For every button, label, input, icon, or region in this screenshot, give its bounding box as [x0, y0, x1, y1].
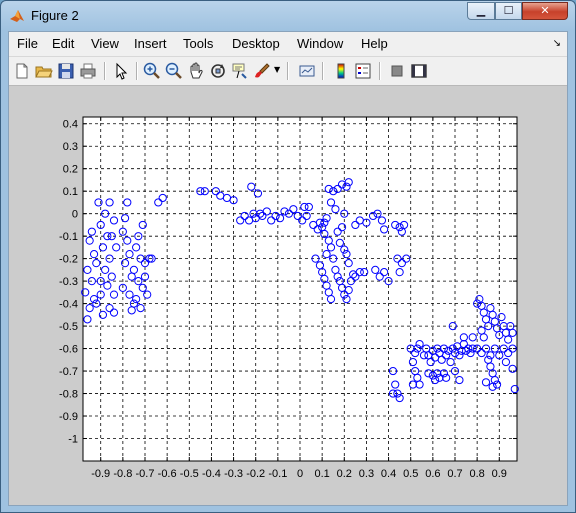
hide-plot-tools-icon[interactable] [387, 61, 407, 81]
y-tick-label: -0.4 [59, 299, 78, 311]
figure-toolbar: ▼ [9, 57, 567, 86]
y-tick-label: -0.7 [59, 366, 78, 378]
y-tick-label: 0.3 [63, 141, 78, 153]
x-tick-label: -0.6 [158, 468, 177, 480]
figure-client-area: File Edit View Insert Tools Desktop Wind… [8, 31, 568, 506]
y-tick-label: -1 [68, 434, 78, 446]
y-tick-label: 0.2 [63, 164, 78, 176]
toolbar-separator [287, 62, 289, 80]
open-file-icon[interactable] [34, 61, 54, 81]
menu-bar: File Edit View Insert Tools Desktop Wind… [9, 32, 567, 57]
x-tick-label: 0.2 [337, 468, 352, 480]
save-icon[interactable] [56, 61, 76, 81]
x-tick-label: 0.7 [447, 468, 462, 480]
rotate-3d-icon[interactable] [208, 61, 228, 81]
menu-desktop[interactable]: Desktop [232, 36, 280, 51]
toolbar-separator [322, 62, 324, 80]
y-tick-label: -0.5 [59, 321, 78, 333]
brush-icon[interactable] [252, 61, 272, 81]
grid-lines [83, 117, 517, 461]
zoom-out-icon[interactable] [164, 61, 184, 81]
zoom-in-icon[interactable] [142, 61, 162, 81]
x-tick-label: 0.1 [314, 468, 329, 480]
x-tick-label: 0.3 [359, 468, 374, 480]
y-tick-label: 0.4 [63, 119, 78, 131]
y-tick-label: -0.9 [59, 411, 78, 423]
x-tick-label: 0.5 [403, 468, 418, 480]
y-tick-label: -0.2 [59, 254, 78, 266]
data-cursor-icon[interactable] [230, 61, 250, 81]
maximize-button[interactable]: ☐ [495, 2, 522, 20]
x-tick-label: 0.6 [425, 468, 440, 480]
y-tick-label: -0.8 [59, 389, 78, 401]
show-plot-tools-icon[interactable] [409, 61, 429, 81]
figure-canvas: -0.9 -0.8 -0.7 -0.6 -0.5 -0.4 -0.3 -0.2 -0.1 0 0.1… [9, 86, 567, 505]
close-button[interactable]: ✕ [522, 2, 568, 20]
x-tick-label: 0.8 [469, 468, 484, 480]
menu-file[interactable]: File [17, 36, 38, 51]
y-tick-label: -0.6 [59, 344, 78, 356]
x-tick-label: -0.3 [224, 468, 243, 480]
x-tick-label: -0.4 [202, 468, 221, 480]
menu-view[interactable]: View [91, 36, 119, 51]
pan-hand-icon[interactable] [186, 61, 206, 81]
legend-icon[interactable] [353, 61, 373, 81]
colorbar-icon[interactable] [331, 61, 351, 81]
x-tick-label: 0.9 [492, 468, 507, 480]
menu-dock-arrow-icon[interactable]: ↘ [553, 38, 561, 49]
brush-dropdown-icon[interactable]: ▼ [274, 65, 280, 74]
print-icon[interactable] [78, 61, 98, 81]
menu-window[interactable]: Window [297, 36, 343, 51]
x-tick-label: 0 [297, 468, 303, 480]
menu-edit[interactable]: Edit [52, 36, 74, 51]
x-tick-label: 0.4 [381, 468, 396, 480]
minimize-button[interactable]: ▁ [467, 2, 495, 20]
y-tick-label: -0.1 [59, 231, 78, 243]
toolbar-separator [379, 62, 381, 80]
y-tick-label: 0 [72, 209, 78, 221]
y-tick-label: 0.1 [63, 186, 78, 198]
x-tick-label: -0.2 [246, 468, 265, 480]
figure-window: Figure 2 ▁ ☐ ✕ File Edit View Insert Too… [0, 0, 576, 513]
menu-tools[interactable]: Tools [183, 36, 213, 51]
x-tick-label: -0.9 [91, 468, 110, 480]
window-title: Figure 2 [31, 8, 79, 23]
y-tick-label: -0.3 [59, 276, 78, 288]
x-tick-label: -0.1 [268, 468, 287, 480]
new-figure-icon[interactable] [12, 61, 32, 81]
menu-help[interactable]: Help [361, 36, 388, 51]
scatter-plot[interactable]: -0.9 -0.8 -0.7 -0.6 -0.5 -0.4 -0.3 -0.2 -0.1 0 0.1… [9, 86, 567, 505]
matlab-logo-icon [10, 10, 24, 22]
x-tick-label: -0.5 [180, 468, 199, 480]
title-bar[interactable]: Figure 2 ▁ ☐ ✕ [1, 1, 575, 31]
pointer-icon[interactable] [111, 61, 131, 81]
toolbar-separator [104, 62, 106, 80]
link-plot-icon[interactable] [297, 61, 317, 81]
x-tick-label: -0.7 [136, 468, 155, 480]
x-tick-label: -0.8 [113, 468, 132, 480]
toolbar-separator [136, 62, 138, 80]
menu-insert[interactable]: Insert [134, 36, 167, 51]
